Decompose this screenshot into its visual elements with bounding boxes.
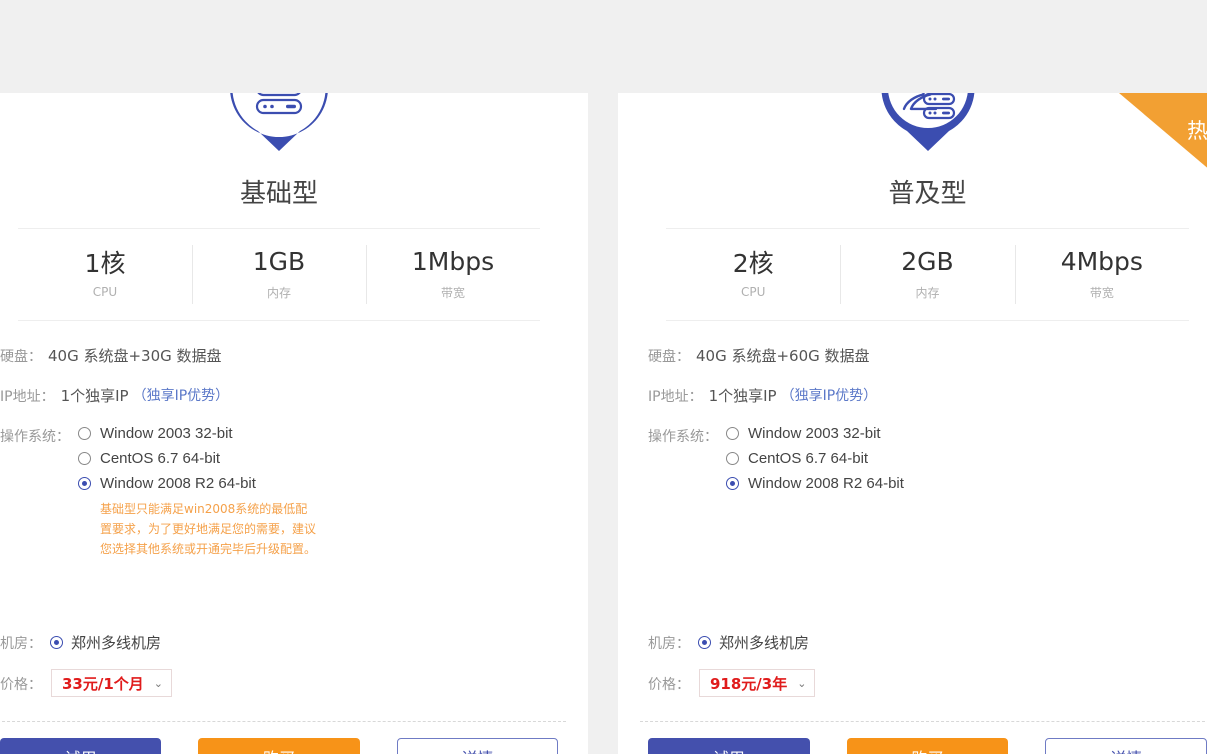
os-option-win2003[interactable]: Window 2003 32-bit — [726, 425, 904, 442]
spec-memory-label: 内存 — [266, 285, 291, 300]
ip-row: IP地址： 1个独享IP （独享IP优势） — [0, 385, 558, 406]
os-option-list: Window 2003 32-bit CentOS 6.7 64-bit Win… — [718, 425, 904, 500]
spec-memory-value: 2GB — [901, 247, 954, 277]
price-select[interactable]: 33元/1个月 ⌄ — [51, 669, 173, 697]
disk-label: 硬盘： — [648, 349, 690, 365]
spec-memory-value: 1GB — [252, 247, 306, 277]
os-option-win2008r2[interactable]: Window 2008 R2 64-bit — [78, 475, 318, 492]
chevron-down-icon: ⌄ — [797, 676, 807, 690]
os-option-centos67[interactable]: CentOS 6.7 64-bit — [78, 450, 318, 467]
radio-selected-icon[interactable] — [698, 636, 711, 649]
radio-selected-icon[interactable] — [726, 477, 739, 490]
trial-button[interactable]: 试用 — [0, 738, 162, 754]
spec-cpu: 2核 CPU — [666, 229, 840, 320]
os-option-label: Window 2003 32-bit — [748, 425, 881, 442]
spec-memory-label: 内存 — [915, 285, 940, 300]
price-row: 价格： 918元/3年 ⌄ — [648, 669, 816, 697]
user-server-icon — [875, 93, 981, 155]
divider — [0, 721, 566, 722]
divider — [640, 721, 1207, 722]
spec-bandwidth-value: 4Mbps — [1060, 247, 1143, 277]
disk-label: 硬盘： — [0, 349, 42, 365]
spec-bandwidth-label: 带宽 — [440, 285, 465, 300]
price-label: 价格： — [648, 676, 690, 693]
price-row: 价格： 33元/1个月 ⌄ — [0, 669, 173, 697]
action-buttons: 试用 购买 详情 — [0, 738, 558, 754]
os-option-label: Window 2008 R2 64-bit — [748, 475, 904, 492]
os-option-label: CentOS 6.7 64-bit — [748, 450, 869, 467]
spec-memory: 2GB 内存 — [840, 229, 1014, 320]
price-value: 33元/1个月 — [62, 674, 144, 693]
plan-specs: 2核 CPU 2GB 内存 4Mbps 带宽 — [666, 228, 1189, 321]
pricing-plans-page: 基础型 1核 CPU 1GB 内存 1Mbps 带宽 硬盘： 40G 系统盘+3… — [0, 0, 1207, 754]
os-row: 操作系统： Window 2003 32-bit CentOS 6.7 64-b… — [0, 425, 558, 559]
disk-value: 40G 系统盘+60G 数据盘 — [696, 347, 870, 365]
spec-bandwidth-value: 1Mbps — [411, 247, 495, 277]
ip-advantage-link[interactable]: （独享IP优势） — [129, 385, 230, 405]
room-row[interactable]: 机房： 郑州多线机房 — [0, 632, 161, 653]
os-option-win2008r2[interactable]: Window 2008 R2 64-bit — [726, 475, 904, 492]
price-select[interactable]: 918元/3年 ⌄ — [699, 669, 816, 697]
price-value: 918元/3年 — [710, 674, 788, 693]
os-label: 操作系统： — [0, 429, 70, 445]
buy-button[interactable]: 购买 — [846, 738, 1009, 754]
os-option-label: Window 2008 R2 64-bit — [100, 475, 256, 492]
room-value: 郑州多线机房 — [719, 634, 810, 652]
disk-value: 40G 系统盘+30G 数据盘 — [48, 347, 222, 365]
ip-value: 1个独享IP — [708, 387, 777, 405]
os-option-centos67[interactable]: CentOS 6.7 64-bit — [726, 450, 904, 467]
spec-cpu-label: CPU — [740, 285, 766, 300]
os-option-label: Window 2003 32-bit — [100, 425, 233, 442]
buy-button[interactable]: 购买 — [198, 738, 360, 754]
radio-icon[interactable] — [78, 452, 91, 465]
ip-row: IP地址： 1个独享IP （独享IP优势） — [648, 385, 1207, 406]
spec-memory: 1GB 内存 — [192, 229, 366, 320]
plan-icon-wrapper — [0, 93, 588, 155]
action-buttons: 试用 购买 详情 — [648, 738, 1207, 754]
spec-bandwidth-label: 带宽 — [1089, 285, 1114, 300]
os-option-list: Window 2003 32-bit CentOS 6.7 64-bit Win… — [70, 425, 318, 559]
spec-cpu-value: 2核 — [732, 248, 774, 278]
ip-label: IP地址： — [0, 389, 55, 405]
detail-button[interactable]: 详情 — [396, 738, 558, 754]
spec-cpu: 1核 CPU — [18, 229, 192, 320]
room-label: 机房： — [0, 636, 42, 652]
plan-card-popular[interactable]: 热销 — [618, 93, 1207, 754]
os-label: 操作系统： — [648, 429, 718, 445]
plan-title: 基础型 — [239, 179, 318, 209]
radio-icon[interactable] — [726, 427, 739, 440]
room-row[interactable]: 机房： 郑州多线机房 — [648, 632, 809, 653]
spec-cpu-label: CPU — [92, 285, 118, 300]
price-label: 价格： — [0, 676, 42, 693]
plan-details: 硬盘： 40G 系统盘+60G 数据盘 IP地址： 1个独享IP （独享IP优势… — [648, 345, 1207, 500]
disk-row: 硬盘： 40G 系统盘+60G 数据盘 — [648, 345, 1207, 366]
ip-value: 1个独享IP — [60, 387, 129, 405]
trial-button[interactable]: 试用 — [648, 738, 810, 754]
spec-bandwidth: 4Mbps 带宽 — [1014, 229, 1189, 320]
plan-title: 普及型 — [888, 179, 967, 209]
ip-advantage-link[interactable]: （独享IP优势） — [777, 385, 878, 405]
spec-bandwidth: 1Mbps 带宽 — [366, 229, 540, 320]
plan-card-basic[interactable]: 基础型 1核 CPU 1GB 内存 1Mbps 带宽 硬盘： 40G 系统盘+3… — [0, 93, 588, 754]
room-value: 郑州多线机房 — [71, 634, 162, 652]
radio-selected-icon[interactable] — [78, 477, 91, 490]
os-option-win2003[interactable]: Window 2003 32-bit — [78, 425, 318, 442]
disk-row: 硬盘： 40G 系统盘+30G 数据盘 — [0, 345, 558, 366]
plan-icon-wrapper — [618, 93, 1207, 155]
os-warning-text: 基础型只能满足win2008系统的最低配置要求，为了更好地满足您的需要，建议您选… — [100, 502, 317, 556]
radio-icon[interactable] — [78, 427, 91, 440]
os-row: 操作系统： Window 2003 32-bit CentOS 6.7 64-b… — [648, 425, 1207, 500]
ip-label: IP地址： — [648, 389, 703, 405]
spec-cpu-value: 1核 — [84, 248, 126, 278]
chevron-down-icon: ⌄ — [153, 676, 164, 690]
radio-icon[interactable] — [726, 452, 739, 465]
radio-selected-icon[interactable] — [50, 636, 63, 649]
detail-button[interactable]: 详情 — [1045, 738, 1207, 754]
room-label: 机房： — [648, 636, 690, 652]
plan-specs: 1核 CPU 1GB 内存 1Mbps 带宽 — [18, 228, 540, 321]
os-option-label: CentOS 6.7 64-bit — [100, 450, 221, 467]
server-rack-icon — [226, 93, 332, 155]
plan-details: 硬盘： 40G 系统盘+30G 数据盘 IP地址： 1个独享IP （独享IP优势… — [0, 345, 558, 559]
